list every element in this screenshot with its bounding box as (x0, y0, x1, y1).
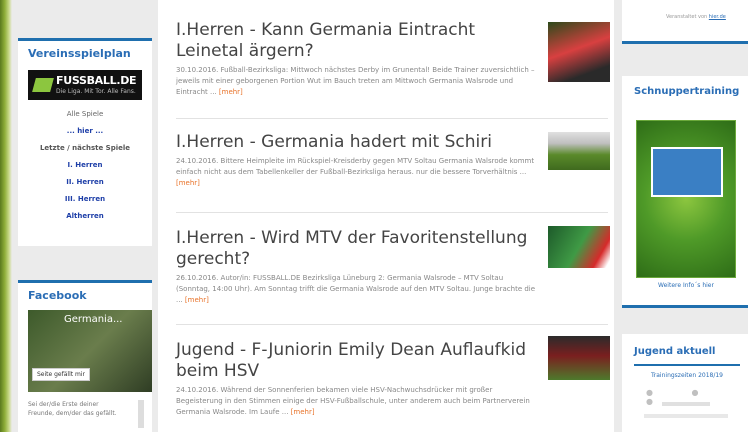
article-title[interactable]: I.Herren - Wird MTV der Favoritenstellun… (176, 228, 538, 270)
vereinsspielplan-widget: Vereinsspielplan FUSSBALL.DE Die Liga. M… (18, 38, 152, 246)
link-altherren[interactable]: Altherren (18, 208, 152, 225)
faded-text-line (662, 402, 710, 406)
schnuppertraining-flyer-image[interactable] (636, 120, 736, 278)
schnuppertraining-widget: Schnuppertraining Weitere Info´s hier (622, 76, 748, 308)
fussball-de-logo-mark (32, 78, 54, 92)
article-thumbnail[interactable] (548, 22, 610, 82)
facebook-scrollbar[interactable] (138, 400, 144, 428)
article-item: I.Herren - Germania hadert mit Schiri 24… (176, 132, 610, 189)
article-divider (176, 324, 608, 325)
trainingszeiten-link[interactable]: Trainingszeiten 2018/19 (634, 372, 740, 379)
schnuppertraining-more-link[interactable]: Weitere Info´s hier (632, 282, 740, 289)
article-divider (176, 212, 608, 213)
background-grass-decoration (0, 0, 12, 432)
link-alle-spiele[interactable]: Alle Spiele (18, 106, 152, 123)
link-i-herren[interactable]: I. Herren (18, 157, 152, 174)
article-title[interactable]: Jugend - F-Juniorin Emily Dean Auflaufki… (176, 340, 538, 382)
article-more-link[interactable]: [mehr] (219, 88, 243, 96)
article-item: Jugend - F-Juniorin Emily Dean Auflaufki… (176, 336, 610, 418)
article-excerpt-text: 24.10.2016. Bittere Heimpleite im Rücksp… (176, 157, 535, 176)
fussball-de-logo-subtext: Die Liga. Mit Tor. Alle Fans. (56, 88, 136, 95)
article-excerpt: 26.10.2016. Autor/in: FUSSBALL.DE Bezirk… (176, 273, 536, 306)
flyer-photo (651, 147, 723, 197)
label-letzte-naechste-spiele: Letzte / nächste Spiele (39, 144, 131, 152)
article-excerpt-text: 24.10.2016. Während der Sonnenferien bek… (176, 386, 530, 416)
facebook-widget: Facebook Germania... Seite gefällt mir S… (18, 280, 152, 432)
faded-text-line (644, 414, 728, 418)
widget-bottom-bar (622, 41, 748, 44)
link-iii-herren[interactable]: III. Herren (18, 191, 152, 208)
article-excerpt: 30.10.2016. Fußball-Bezirksliga: Mittwoc… (176, 65, 536, 98)
article-excerpt: 24.10.2016. Während der Sonnenferien bek… (176, 385, 536, 418)
article-more-link[interactable]: [mehr] (185, 296, 209, 304)
widget-bottom-bar (622, 305, 748, 308)
article-title[interactable]: I.Herren - Germania hadert mit Schiri (176, 132, 538, 153)
article-thumbnail[interactable] (548, 336, 610, 380)
article-item: I.Herren - Wird MTV der Favoritenstellun… (176, 226, 610, 306)
article-thumbnail[interactable] (548, 226, 610, 268)
sponsor-text: Veranstaltet von hier.de (666, 14, 726, 20)
facebook-title: Facebook (28, 289, 87, 302)
sponsor-link[interactable]: hier.de (709, 14, 726, 20)
facebook-like-button[interactable]: Seite gefällt mir (32, 368, 90, 381)
article-title[interactable]: I.Herren - Kann Germania Eintracht Leine… (176, 20, 538, 62)
schnuppertraining-title: Schnuppertraining (634, 86, 740, 97)
fussball-de-logo-text: FUSSBALL.DE (56, 74, 137, 87)
vereinsspielplan-title: Vereinsspielplan (28, 47, 131, 60)
sponsor-widget: Veranstaltet von hier.de (622, 0, 748, 44)
facebook-page-preview[interactable]: Germania... Seite gefällt mir (28, 310, 152, 392)
article-excerpt: 24.10.2016. Bittere Heimpleite im Rücksp… (176, 156, 536, 189)
fussball-de-logo[interactable]: FUSSBALL.DE Die Liga. Mit Tor. Alle Fans… (28, 70, 142, 100)
jugend-aktuell-widget: Jugend aktuell Trainingszeiten 2018/19 ●… (622, 334, 748, 432)
facebook-body-text: Sei der/die Erste deiner Freunde, dem/de… (28, 401, 117, 417)
link-hier[interactable]: ... hier ... (18, 123, 152, 140)
article-more-link[interactable]: [mehr] (291, 408, 315, 416)
article-divider (176, 118, 608, 119)
news-list: I.Herren - Kann Germania Eintracht Leine… (158, 0, 614, 432)
schedule-links: Alle Spiele ... hier ... Letzte / nächst… (18, 106, 152, 225)
widget-divider (634, 364, 740, 366)
link-ii-herren[interactable]: II. Herren (18, 174, 152, 191)
jugend-aktuell-title: Jugend aktuell (634, 346, 716, 357)
article-thumbnail[interactable] (548, 132, 610, 170)
article-item: I.Herren - Kann Germania Eintracht Leine… (176, 20, 610, 98)
sponsor-text-prefix: Veranstaltet von (666, 14, 708, 20)
article-more-link[interactable]: [mehr] (176, 179, 200, 187)
article-excerpt-text: 26.10.2016. Autor/in: FUSSBALL.DE Bezirk… (176, 274, 536, 304)
facebook-page-name: Germania... (64, 314, 123, 325)
